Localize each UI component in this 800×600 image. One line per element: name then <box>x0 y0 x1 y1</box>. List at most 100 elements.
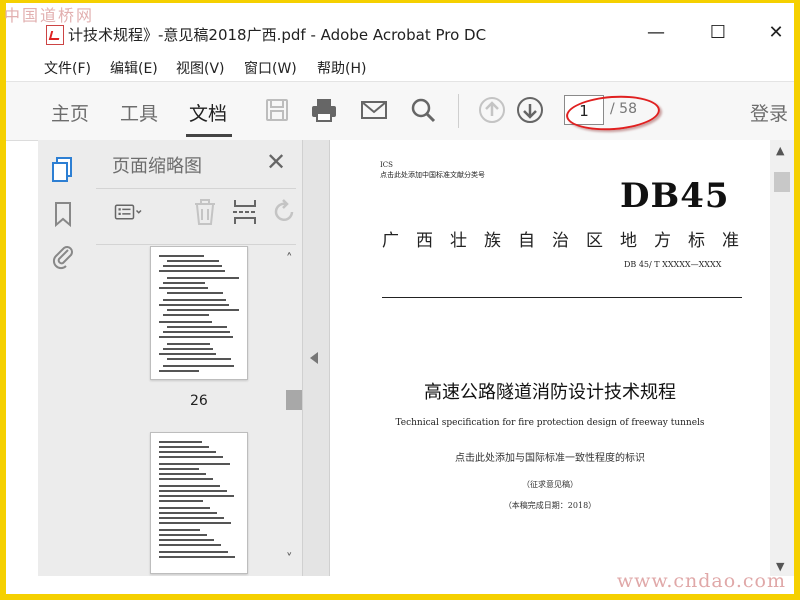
draft-note: （征求意见稿） <box>522 480 578 489</box>
menu-view[interactable]: 视图(V) <box>176 58 225 78</box>
thumbnail-text-line <box>159 353 216 355</box>
thumbnail-text-line <box>159 370 199 372</box>
thumbnail-text-line <box>159 551 228 553</box>
thumbnail-text-line <box>163 348 213 350</box>
collapse-panel-icon[interactable] <box>310 352 318 364</box>
menu-edit[interactable]: 编辑(E) <box>110 58 158 78</box>
thumbnail-text-line <box>159 441 202 443</box>
toolbar: 主页 工具 文档 1 / 58 登录 <box>6 81 794 141</box>
chinese-title: 高速公路隧道消防设计技术规程 <box>424 382 676 403</box>
tab-home[interactable]: 主页 <box>51 99 89 126</box>
thumbnail-text-line <box>159 500 203 502</box>
standard-code: DB45 <box>620 176 730 216</box>
tab-tools[interactable]: 工具 <box>120 99 158 126</box>
email-icon[interactable] <box>360 96 388 124</box>
thumbnail-text-line <box>159 468 199 470</box>
thumbnail-text-line <box>159 512 217 514</box>
thumbnail-text-line <box>159 522 231 524</box>
page-thumbnails-icon[interactable] <box>50 156 76 184</box>
thumbnail-text-line <box>163 314 209 316</box>
scrollbar-thumb[interactable] <box>774 172 790 192</box>
thumbnail-text-line <box>159 534 207 536</box>
previous-page-icon[interactable] <box>478 96 506 124</box>
thumbnail-text-line <box>159 287 208 289</box>
title-bar: 计技术规程》-意见稿2018广西.pdf - Adobe Acrobat Pro… <box>6 3 794 53</box>
search-icon[interactable] <box>409 96 437 124</box>
minimize-button[interactable]: — <box>644 21 668 45</box>
thumbnail-text-line <box>167 277 239 279</box>
panel-close-button[interactable]: ✕ <box>266 148 286 176</box>
document-page: ICS 点击此处添加中国标准文献分类号 DB45 广西壮族自治区地方标准 DB … <box>330 140 770 576</box>
thumbnail-text-line <box>163 299 226 301</box>
active-tab-indicator <box>186 134 232 137</box>
scroll-up-icon[interactable]: ˄ <box>286 252 293 267</box>
thumbnail-text-line <box>159 556 235 558</box>
tab-document[interactable]: 文档 <box>189 99 227 126</box>
bookmark-icon[interactable] <box>50 200 76 228</box>
pdf-file-icon <box>46 25 64 45</box>
thumbnail-text-line <box>167 343 210 345</box>
thumbnail-text-line <box>163 265 222 267</box>
thumbnail-text-line <box>159 321 212 323</box>
thumbnail-text-line <box>163 365 234 367</box>
panel-splitter[interactable] <box>302 140 330 576</box>
thumbnail-text-line <box>159 485 220 487</box>
close-button[interactable]: ✕ <box>764 21 788 45</box>
thumbnail-list: 26 <box>98 246 278 576</box>
options-menu-icon[interactable] <box>114 198 144 226</box>
thumbnail-text-line <box>167 326 227 328</box>
menu-help[interactable]: 帮助(H) <box>317 58 366 78</box>
login-button[interactable]: 登录 <box>750 99 788 126</box>
thumbnail-text-line <box>167 260 219 262</box>
navigation-rail <box>38 140 88 576</box>
watermark-bottom: www.cndao.com <box>616 570 786 592</box>
page-thumbnail[interactable] <box>150 246 248 380</box>
thumbnail-text-line <box>159 490 227 492</box>
horizontal-rule <box>382 297 742 298</box>
page-thumbnail[interactable] <box>150 432 248 574</box>
thumbnail-text-line <box>159 255 204 257</box>
thumbnail-text-line <box>159 463 230 465</box>
rotate-page-icon[interactable] <box>270 198 300 226</box>
scroll-up-icon[interactable]: ▲ <box>776 144 784 157</box>
print-icon[interactable] <box>310 96 338 124</box>
thumbnail-text-line <box>167 358 231 360</box>
save-icon[interactable] <box>263 96 291 124</box>
english-title: Technical specification for fire protect… <box>395 418 705 428</box>
acrobat-window: 计技术规程》-意见稿2018广西.pdf - Adobe Acrobat Pro… <box>6 3 794 594</box>
thumbnail-panel: 页面缩略图 ✕ 26 ˄ ˅ <box>88 140 304 576</box>
extract-page-icon[interactable] <box>230 198 260 226</box>
document-scrollbar[interactable]: ▲ ▼ <box>770 140 794 576</box>
thumbnail-text-line <box>159 336 233 338</box>
thumbnail-text-line <box>159 456 223 458</box>
thumbnail-text-line <box>163 331 230 333</box>
watermark-top: 中国道桥网 <box>4 6 95 25</box>
thumbnail-text-line <box>159 451 216 453</box>
attachment-icon[interactable] <box>50 242 76 270</box>
menu-file[interactable]: 文件(F) <box>44 58 91 78</box>
thumbnail-text-line <box>159 304 229 306</box>
thumbnail-scrollbar[interactable]: ˄ ˅ <box>286 250 304 576</box>
panel-divider <box>96 188 296 189</box>
completion-date: （本稿完成日期：2018） <box>503 501 597 510</box>
next-page-icon[interactable] <box>516 96 544 124</box>
document-number: DB 45/ T XXXXX—XXXX <box>624 260 722 269</box>
thumbnail-text-line <box>159 495 234 497</box>
thumbnail-text-line <box>163 282 205 284</box>
thumbnail-text-line <box>167 309 239 311</box>
thumbnail-text-line <box>159 473 206 475</box>
menu-bar: 文件(F) 编辑(E) 视图(V) 窗口(W) 帮助(H) <box>6 53 794 81</box>
thumbnail-text-line <box>159 507 210 509</box>
ics-label: ICS 点击此处添加中国标准文献分类号 <box>380 161 485 179</box>
maximize-button[interactable]: ☐ <box>706 21 730 45</box>
scroll-down-icon[interactable]: ˅ <box>286 552 293 567</box>
region-title: 广西壮族自治区地方标准 <box>382 231 756 251</box>
intl-consistency-note: 点击此处添加与国际标准一致性程度的标识 <box>455 453 645 464</box>
thumbnail-text-line <box>159 270 225 272</box>
thumbnail-text-line <box>159 446 209 448</box>
panel-title: 页面缩略图 <box>112 156 202 177</box>
menu-window[interactable]: 窗口(W) <box>244 58 297 78</box>
delete-page-icon[interactable] <box>190 198 220 226</box>
thumbnail-text-line <box>159 539 214 541</box>
thumbnail-text-line <box>159 478 213 480</box>
